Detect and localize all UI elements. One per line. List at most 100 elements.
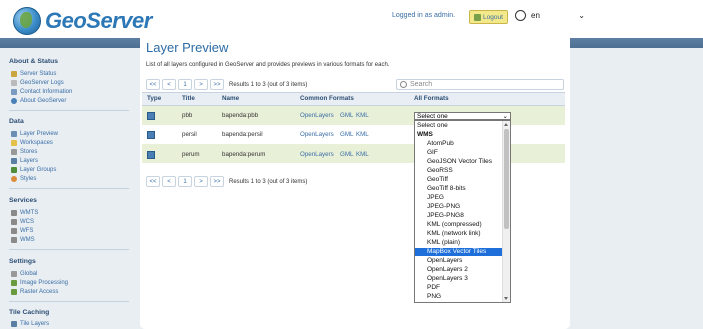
dropdown-option[interactable]: OpenLayers 3 <box>415 275 503 283</box>
geoserver-logo[interactable]: GeoServer <box>13 7 152 35</box>
page-title: Layer Preview <box>146 40 229 55</box>
language-select[interactable]: en ⌄ <box>529 9 587 21</box>
dropdown-scrollbar[interactable] <box>502 121 510 302</box>
sidebar-item-label: Stores <box>20 149 38 155</box>
sidebar-item-image-processing[interactable]: Image Processing <box>11 280 68 286</box>
dropdown-option[interactable]: KML (plain) <box>415 239 503 247</box>
search-input[interactable]: Search <box>396 79 564 90</box>
sidebar-item-styles[interactable]: Styles <box>11 176 36 182</box>
info-icon <box>11 98 17 104</box>
raster-icon <box>11 289 17 295</box>
sidebar-item-workspaces[interactable]: Workspaces <box>11 140 53 146</box>
dropdown-option[interactable]: Select one <box>415 122 503 130</box>
sidebar-item-wfs[interactable]: WFS <box>11 228 33 234</box>
scrollbar-thumb[interactable] <box>504 129 509 229</box>
sidebar-item-label: Server Status <box>20 71 57 77</box>
dropdown-option[interactable]: KML (compressed) <box>415 221 503 229</box>
page-1-button[interactable]: 1 <box>178 79 192 90</box>
column-common-formats: Common Formats <box>300 95 354 102</box>
kml-link[interactable]: KML <box>356 112 369 119</box>
dropdown-option[interactable]: PDF <box>415 284 503 292</box>
layer-group-icon <box>11 167 17 173</box>
sidebar-item-layer-groups[interactable]: Layer Groups <box>11 167 56 173</box>
layer-name: bapenda:perum <box>222 151 266 158</box>
sidebar-item-contact[interactable]: Contact Information <box>11 89 72 95</box>
status-icon <box>11 71 17 77</box>
first-page-button[interactable]: << <box>146 176 160 187</box>
last-page-button[interactable]: >> <box>210 79 224 90</box>
layers-icon <box>11 158 17 164</box>
dropdown-option[interactable]: GeoTiff <box>415 176 503 184</box>
sidebar-item-server-status[interactable]: Server Status <box>11 71 56 77</box>
kml-link[interactable]: KML <box>356 131 369 138</box>
pager-top: << < 1 > >> Results 1 to 3 (out of 3 ite… <box>146 79 307 90</box>
layer-title: perum <box>182 151 200 158</box>
dropdown-option[interactable]: OpenLayers 2 <box>415 266 503 274</box>
sidebar-item-label: Global <box>20 271 38 277</box>
contact-icon <box>11 89 17 95</box>
dropdown-option[interactable]: KML (network link) <box>415 230 503 238</box>
sidebar-item-label: Layer Preview <box>20 131 59 137</box>
sidebar-divider <box>9 110 129 111</box>
prev-page-button[interactable]: < <box>162 79 176 90</box>
sidebar-item-raster-access[interactable]: Raster Access <box>11 289 58 295</box>
page-description: List of all layers configured in GeoServ… <box>146 62 390 68</box>
sidebar-item-logs[interactable]: GeoServer Logs <box>11 80 64 86</box>
last-page-button[interactable]: >> <box>210 176 224 187</box>
globe-icon <box>13 7 41 35</box>
openlayers-link[interactable]: OpenLayers <box>300 151 334 158</box>
sidebar-item-label: WFS <box>20 228 34 234</box>
sidebar-item-label: Layer Groups <box>20 167 57 173</box>
prev-page-button[interactable]: < <box>162 176 176 187</box>
image-icon <box>11 280 17 286</box>
dropdown-option[interactable]: GeoTiff 8-bits <box>415 185 503 193</box>
dropdown-option[interactable]: OpenLayers <box>415 257 503 265</box>
sidebar-item-layers[interactable]: Layers <box>11 158 38 164</box>
sidebar-item-tile-layers[interactable]: Tile Layers <box>11 321 49 327</box>
next-page-button[interactable]: > <box>194 79 208 90</box>
dropdown-option[interactable]: MapBox Vector Tiles <box>415 248 503 256</box>
dropdown-option[interactable]: JPEG <box>415 194 503 202</box>
dropdown-option[interactable]: GeoJSON Vector Tiles <box>415 158 503 166</box>
dropdown-option[interactable]: JPEG-PNG <box>415 203 503 211</box>
first-page-button[interactable]: << <box>146 79 160 90</box>
gml-link[interactable]: GML <box>340 131 353 138</box>
service-icon <box>11 219 17 225</box>
column-type[interactable]: Type <box>147 95 161 102</box>
sidebar-item-about[interactable]: About GeoServer <box>11 98 66 104</box>
kml-link[interactable]: KML <box>356 151 369 158</box>
openlayers-link[interactable]: OpenLayers <box>300 112 334 119</box>
logout-button[interactable]: Logout <box>469 10 508 24</box>
sidebar-item-wms[interactable]: WMS <box>11 237 35 243</box>
page-1-button[interactable]: 1 <box>178 176 192 187</box>
next-page-button[interactable]: > <box>194 176 208 187</box>
openlayers-link[interactable]: OpenLayers <box>300 131 334 138</box>
dropdown-option[interactable]: PNG <box>415 293 503 301</box>
log-icon <box>11 80 17 86</box>
language-globe-icon <box>515 9 526 21</box>
sidebar-item-wmts[interactable]: WMTS <box>11 210 38 216</box>
column-title[interactable]: Title <box>182 95 195 102</box>
sidebar-item-label: Styles <box>20 176 37 182</box>
all-formats-select[interactable]: Select one ⌄ <box>414 112 511 120</box>
scroll-down-icon[interactable] <box>504 297 508 300</box>
logout-icon <box>474 13 481 21</box>
dropdown-option[interactable]: GeoRSS <box>415 167 503 175</box>
tile-layers-icon <box>11 321 17 327</box>
gml-link[interactable]: GML <box>340 112 353 119</box>
column-name[interactable]: Name <box>222 95 239 102</box>
sidebar-item-global[interactable]: Global <box>11 271 37 277</box>
sidebar-section-settings: Settings <box>9 258 36 265</box>
layer-type-icon <box>147 151 155 159</box>
gml-link[interactable]: GML <box>340 151 353 158</box>
service-icon <box>11 228 17 234</box>
sidebar-item-wcs[interactable]: WCS <box>11 219 34 225</box>
dropdown-option[interactable]: AtomPub <box>415 140 503 148</box>
dropdown-option[interactable]: JPEG-PNG8 <box>415 212 503 220</box>
layer-name: bapenda:pbb <box>222 112 259 119</box>
sidebar-item-stores[interactable]: Stores <box>11 149 37 155</box>
sidebar-item-layer-preview[interactable]: Layer Preview <box>11 131 58 137</box>
sidebar-divider <box>9 249 129 250</box>
dropdown-option[interactable]: GIF <box>415 149 503 157</box>
scroll-up-icon[interactable] <box>504 123 508 126</box>
